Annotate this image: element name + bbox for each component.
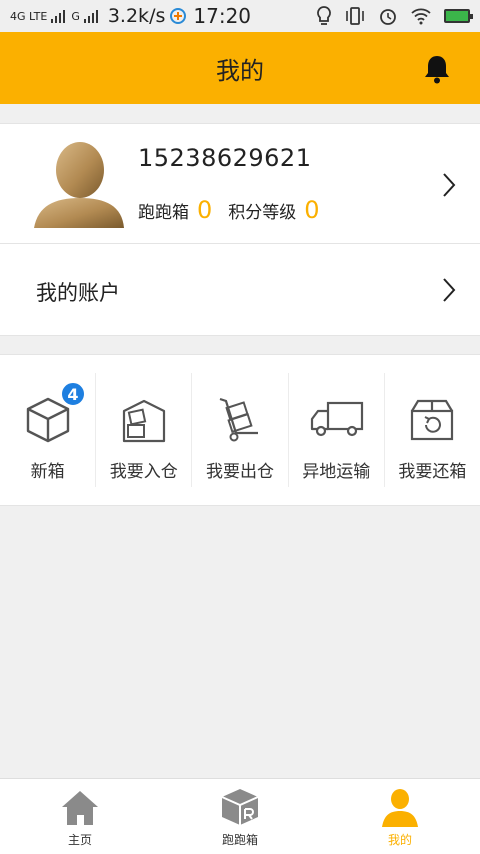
network-speed: 3.2k/s	[107, 5, 166, 27]
battery-icon	[444, 9, 473, 23]
signal-icon	[51, 9, 66, 23]
person-icon	[382, 789, 418, 827]
action-return-box[interactable]: 我要还箱	[385, 373, 480, 487]
notification-icon	[170, 8, 187, 24]
vibrate-icon	[346, 7, 364, 25]
box-count-value: 0	[197, 196, 213, 224]
tab-box[interactable]: 跑跑箱	[160, 779, 320, 854]
clock: 17:20	[193, 4, 252, 28]
tab-label: 我的	[387, 833, 412, 847]
bell-icon[interactable]	[420, 52, 454, 86]
truck-icon	[311, 401, 364, 437]
action-grid: 4 新箱 我要入仓 我要出仓 异地运输 我要还箱	[0, 354, 480, 506]
action-remote-transport[interactable]: 异地运输	[289, 373, 385, 487]
hand-truck-icon	[219, 397, 258, 442]
my-account-row[interactable]: 我的账户	[0, 244, 480, 336]
chevron-right-icon	[443, 173, 456, 197]
tab-mine[interactable]: 我的	[320, 779, 480, 854]
network-type-2: G	[71, 9, 80, 23]
action-check-out[interactable]: 我要出仓	[192, 373, 289, 487]
network-type-1: 4G LTE	[10, 9, 48, 23]
action-check-in[interactable]: 我要入仓	[96, 373, 193, 487]
bottom-tab-bar: 主页 跑跑箱 我的	[0, 778, 480, 854]
warehouse-in-icon	[122, 399, 165, 443]
home-icon	[62, 791, 98, 825]
profile-card[interactable]: 15238629621 跑跑箱 0 积分等级 0	[0, 123, 480, 244]
box-count-label: 跑跑箱	[138, 203, 189, 223]
phone-number: 15238629621	[138, 144, 312, 172]
avatar	[34, 142, 124, 228]
new-box-count-badge: 4	[60, 381, 86, 407]
tab-home[interactable]: 主页	[0, 779, 160, 854]
tab-label: 跑跑箱	[221, 833, 258, 847]
top-bar: 我的	[0, 32, 480, 104]
action-new-box[interactable]: 4 新箱	[0, 373, 97, 487]
tab-label: 主页	[67, 833, 92, 847]
status-bar: 4G LTE G 3.2k/s 17:20	[0, 0, 480, 32]
points-level-label: 积分等级	[228, 203, 297, 223]
action-label: 我要入仓	[109, 462, 178, 482]
action-label: 我要出仓	[206, 462, 274, 482]
return-box-icon	[411, 399, 454, 441]
signal-icon-2	[83, 9, 98, 23]
wifi-icon	[411, 8, 431, 25]
points-level-value: 0	[304, 196, 320, 224]
chevron-right-icon	[443, 278, 456, 302]
action-label: 新箱	[30, 462, 65, 482]
alarm-icon	[380, 9, 396, 25]
action-label: 异地运输	[302, 462, 371, 482]
bulb-icon	[317, 6, 331, 25]
my-account-label: 我的账户	[36, 281, 120, 305]
page-title: 我的	[216, 56, 264, 85]
profile-stats: 跑跑箱 0 积分等级 0	[138, 196, 336, 224]
action-label: 我要还箱	[398, 462, 467, 482]
box-icon	[221, 789, 259, 825]
